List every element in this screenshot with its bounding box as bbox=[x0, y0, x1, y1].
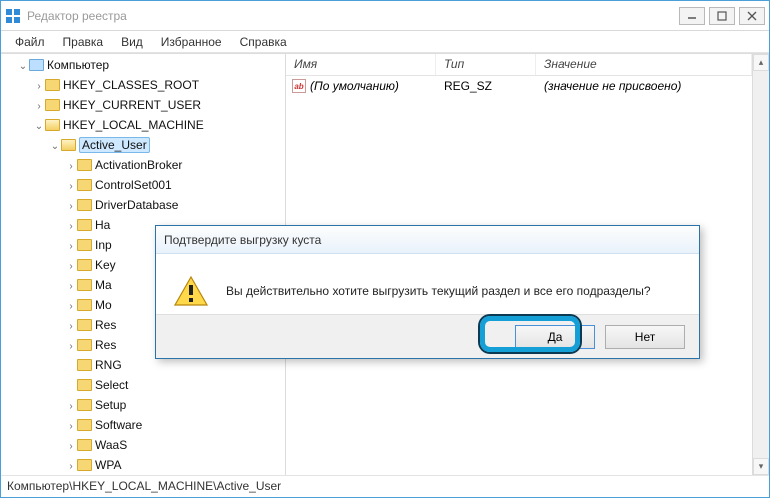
list-headers: Имя Тип Значение bbox=[286, 54, 752, 76]
expand-icon[interactable]: › bbox=[65, 258, 77, 276]
menu-help[interactable]: Справка bbox=[232, 33, 295, 51]
expand-icon[interactable]: ⌄ bbox=[17, 58, 29, 76]
minimize-button[interactable] bbox=[679, 7, 705, 25]
tree-item[interactable]: Select bbox=[65, 376, 285, 396]
expand-icon[interactable]: › bbox=[65, 438, 77, 456]
value-type: REG_SZ bbox=[436, 79, 536, 93]
menu-bar: Файл Правка Вид Избранное Справка bbox=[1, 31, 769, 53]
warning-icon bbox=[174, 276, 208, 306]
maximize-button[interactable] bbox=[709, 7, 735, 25]
scroll-down-button[interactable]: ▾ bbox=[753, 458, 769, 475]
tree-item[interactable]: ›Software bbox=[65, 416, 285, 436]
expand-icon[interactable]: › bbox=[65, 178, 77, 196]
folder-icon bbox=[77, 299, 92, 311]
no-button[interactable]: Нет bbox=[605, 325, 685, 349]
tree-item[interactable]: ›DriverDatabase bbox=[65, 196, 285, 216]
dialog-title: Подтвердите выгрузку куста bbox=[164, 233, 321, 247]
folder-icon bbox=[77, 219, 92, 231]
expand-icon[interactable]: › bbox=[65, 198, 77, 216]
tree-item[interactable]: ›WPA bbox=[65, 456, 285, 475]
folder-icon bbox=[77, 239, 92, 251]
expand-icon[interactable]: › bbox=[65, 298, 77, 316]
header-value[interactable]: Значение bbox=[536, 54, 752, 75]
expand-icon[interactable]: › bbox=[65, 418, 77, 436]
scrollbar-vertical[interactable]: ▴ ▾ bbox=[752, 54, 769, 475]
menu-favorites[interactable]: Избранное bbox=[153, 33, 230, 51]
expand-icon[interactable]: › bbox=[65, 278, 77, 296]
folder-icon bbox=[77, 399, 92, 411]
menu-file[interactable]: Файл bbox=[7, 33, 53, 51]
scroll-up-button[interactable]: ▴ bbox=[753, 54, 769, 71]
dialog-title-bar[interactable]: Подтвердите выгрузку куста bbox=[156, 226, 699, 254]
expand-icon[interactable]: › bbox=[33, 98, 45, 116]
expand-icon[interactable]: › bbox=[33, 78, 45, 96]
folder-icon bbox=[77, 339, 92, 351]
status-path: Компьютер\HKEY_LOCAL_MACHINE\Active_User bbox=[7, 479, 281, 493]
tree-item[interactable]: ›ControlSet001 bbox=[65, 176, 285, 196]
expand-icon[interactable]: › bbox=[65, 398, 77, 416]
expand-icon[interactable]: › bbox=[65, 318, 77, 336]
folder-icon bbox=[77, 279, 92, 291]
expand-icon bbox=[65, 378, 77, 396]
folder-icon bbox=[77, 439, 92, 451]
header-type[interactable]: Тип bbox=[436, 54, 536, 75]
folder-icon bbox=[77, 379, 92, 391]
menu-view[interactable]: Вид bbox=[113, 33, 151, 51]
expand-icon[interactable]: › bbox=[65, 218, 77, 236]
folder-icon bbox=[45, 79, 60, 91]
dialog-message: Вы действительно хотите выгрузить текущи… bbox=[226, 284, 651, 298]
dialog-button-row: Да Нет bbox=[156, 314, 699, 358]
value-data: (значение не присвоено) bbox=[536, 79, 752, 93]
computer-icon bbox=[29, 59, 44, 71]
window-title: Редактор реестра bbox=[27, 9, 679, 23]
folder-icon bbox=[45, 119, 60, 131]
app-icon bbox=[5, 8, 21, 24]
folder-icon bbox=[77, 459, 92, 471]
expand-icon[interactable]: ⌄ bbox=[33, 118, 45, 136]
tree-item-hkcu[interactable]: ›HKEY_CURRENT_USER bbox=[33, 96, 285, 116]
folder-icon bbox=[77, 159, 92, 171]
title-bar: Редактор реестра bbox=[1, 1, 769, 31]
tree-item[interactable]: ›ActivationBroker bbox=[65, 156, 285, 176]
expand-icon bbox=[65, 358, 77, 376]
header-name[interactable]: Имя bbox=[286, 54, 436, 75]
folder-icon bbox=[61, 139, 76, 151]
confirm-dialog: Подтвердите выгрузку куста Вы действител… bbox=[155, 225, 700, 359]
tree-item-hkcr[interactable]: ›HKEY_CLASSES_ROOT bbox=[33, 76, 285, 96]
folder-icon bbox=[77, 179, 92, 191]
folder-icon bbox=[77, 419, 92, 431]
yes-button[interactable]: Да bbox=[515, 325, 595, 349]
string-value-icon: ab bbox=[292, 79, 306, 93]
selected-tree-label[interactable]: Active_User bbox=[79, 137, 150, 153]
close-button[interactable] bbox=[739, 7, 765, 25]
list-row[interactable]: ab (По умолчанию) REG_SZ (значение не при… bbox=[286, 76, 752, 96]
expand-icon[interactable]: › bbox=[65, 458, 77, 475]
expand-icon[interactable]: › bbox=[65, 338, 77, 356]
folder-icon bbox=[77, 259, 92, 271]
status-bar: Компьютер\HKEY_LOCAL_MACHINE\Active_User bbox=[1, 475, 769, 497]
expand-icon[interactable]: › bbox=[65, 158, 77, 176]
window-controls bbox=[679, 7, 765, 25]
expand-icon[interactable]: › bbox=[65, 238, 77, 256]
value-name: (По умолчанию) bbox=[310, 79, 399, 93]
tree-item[interactable]: ›WaaS bbox=[65, 436, 285, 456]
folder-icon bbox=[77, 359, 92, 371]
folder-icon bbox=[77, 319, 92, 331]
expand-icon[interactable]: ⌄ bbox=[49, 138, 61, 156]
tree-item[interactable]: RNG bbox=[65, 356, 285, 376]
dialog-body: Вы действительно хотите выгрузить текущи… bbox=[156, 254, 699, 314]
folder-icon bbox=[77, 199, 92, 211]
tree-item[interactable]: ›Setup bbox=[65, 396, 285, 416]
menu-edit[interactable]: Правка bbox=[55, 33, 112, 51]
folder-icon bbox=[45, 99, 60, 111]
